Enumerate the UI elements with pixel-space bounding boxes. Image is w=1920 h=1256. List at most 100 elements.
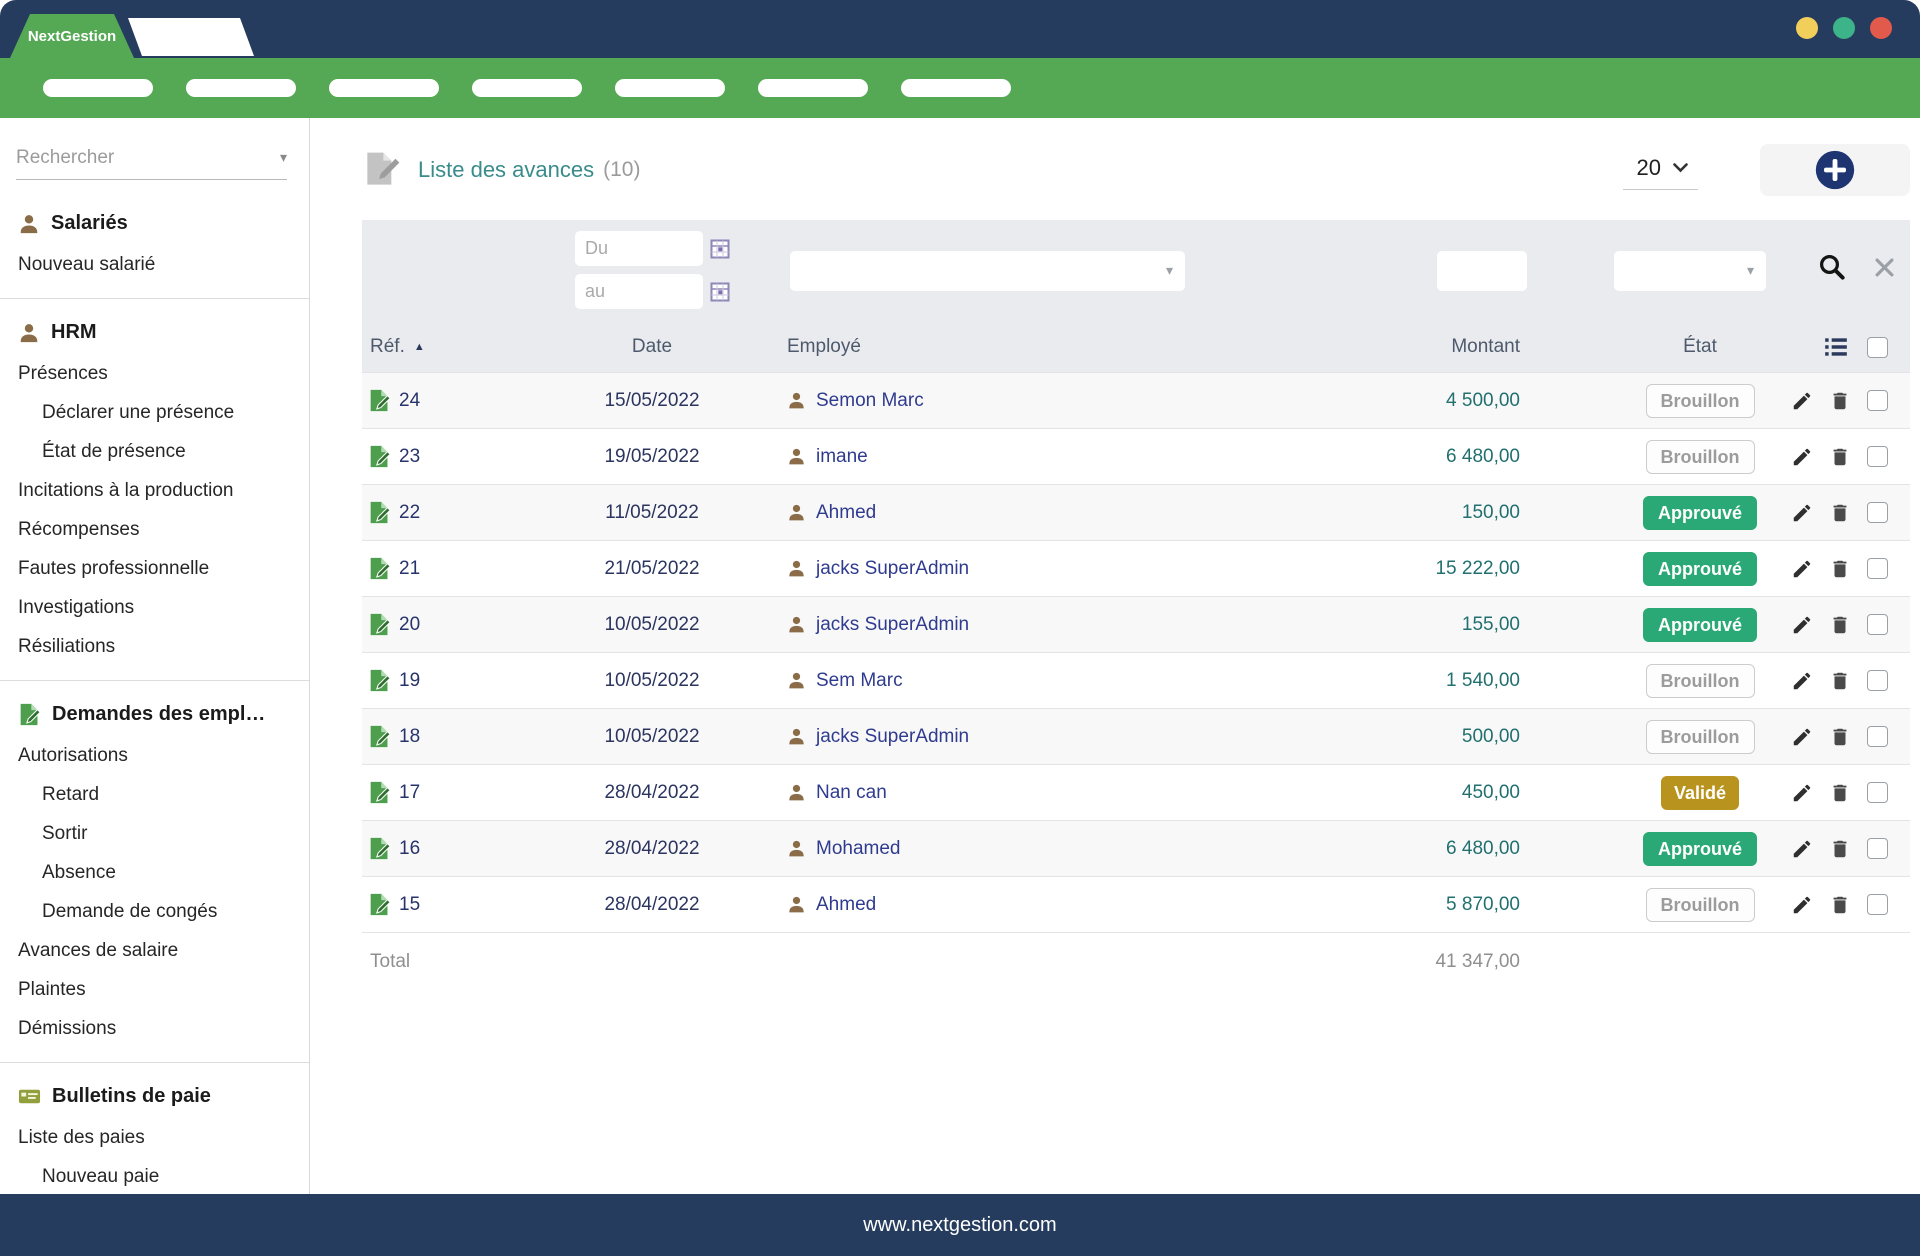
employee-cell[interactable]: Mohamed xyxy=(742,838,1350,860)
edit-pencil-icon[interactable] xyxy=(1791,894,1813,916)
ref-value[interactable]: 23 xyxy=(399,446,420,468)
employee-name[interactable]: Sem Marc xyxy=(816,670,903,692)
date-from-input[interactable] xyxy=(575,231,703,266)
ref-cell[interactable]: 19 xyxy=(362,669,562,692)
row-checkbox[interactable] xyxy=(1867,390,1888,411)
trash-icon[interactable] xyxy=(1829,726,1851,748)
ref-value[interactable]: 20 xyxy=(399,614,420,636)
employee-name[interactable]: Semon Marc xyxy=(816,390,924,412)
nav-pill[interactable] xyxy=(329,79,439,97)
trash-icon[interactable] xyxy=(1829,502,1851,524)
sidebar-item[interactable]: Déclarer une présence xyxy=(0,393,309,432)
row-checkbox[interactable] xyxy=(1867,558,1888,579)
sidebar-item[interactable]: Absence xyxy=(0,853,309,892)
employee-name[interactable]: jacks SuperAdmin xyxy=(816,614,969,636)
row-checkbox[interactable] xyxy=(1867,614,1888,635)
sidebar-item[interactable]: Présences xyxy=(0,354,309,393)
sidebar-search-select[interactable]: Rechercher ▾ xyxy=(16,136,287,180)
calendar-icon[interactable] xyxy=(710,282,730,302)
minimize-dot[interactable] xyxy=(1796,17,1818,39)
edit-pencil-icon[interactable] xyxy=(1791,670,1813,692)
ref-cell[interactable]: 16 xyxy=(362,837,562,860)
list-icon[interactable] xyxy=(1823,334,1849,360)
sidebar-item[interactable]: Liste des paies xyxy=(0,1118,309,1157)
nav-pill[interactable] xyxy=(43,79,153,97)
edit-pencil-icon[interactable] xyxy=(1791,558,1813,580)
date-to-input[interactable] xyxy=(575,274,703,309)
trash-icon[interactable] xyxy=(1829,838,1851,860)
row-checkbox[interactable] xyxy=(1867,838,1888,859)
ref-cell[interactable]: 23 xyxy=(362,445,562,468)
row-checkbox[interactable] xyxy=(1867,446,1888,467)
employee-cell[interactable]: Ahmed xyxy=(742,502,1350,524)
ref-value[interactable]: 16 xyxy=(399,838,420,860)
employee-name[interactable]: jacks SuperAdmin xyxy=(816,558,969,580)
ref-value[interactable]: 22 xyxy=(399,502,420,524)
employee-cell[interactable]: Ahmed xyxy=(742,894,1350,916)
ref-cell[interactable]: 22 xyxy=(362,501,562,524)
employee-name[interactable]: Ahmed xyxy=(816,894,876,916)
trash-icon[interactable] xyxy=(1829,446,1851,468)
ref-cell[interactable]: 20 xyxy=(362,613,562,636)
edit-pencil-icon[interactable] xyxy=(1791,838,1813,860)
employee-cell[interactable]: jacks SuperAdmin xyxy=(742,614,1350,636)
column-amount[interactable]: Montant xyxy=(1350,336,1550,358)
edit-pencil-icon[interactable] xyxy=(1791,614,1813,636)
amount-filter-input[interactable] xyxy=(1437,251,1527,291)
page-size-select[interactable]: 20 xyxy=(1623,151,1698,190)
sidebar-item[interactable]: Sortir xyxy=(0,814,309,853)
ref-value[interactable]: 19 xyxy=(399,670,420,692)
ref-cell[interactable]: 21 xyxy=(362,557,562,580)
sidebar-item[interactable]: Nouveau salarié xyxy=(0,245,309,284)
edit-pencil-icon[interactable] xyxy=(1791,502,1813,524)
employee-name[interactable]: Ahmed xyxy=(816,502,876,524)
nav-pill[interactable] xyxy=(615,79,725,97)
employee-cell[interactable]: Nan can xyxy=(742,782,1350,804)
edit-pencil-icon[interactable] xyxy=(1791,782,1813,804)
row-checkbox[interactable] xyxy=(1867,502,1888,523)
sidebar-item[interactable]: Récompenses xyxy=(0,510,309,549)
employee-name[interactable]: Mohamed xyxy=(816,838,901,860)
trash-icon[interactable] xyxy=(1829,390,1851,412)
sidebar-item[interactable]: Avances de salaire xyxy=(0,931,309,970)
sidebar-item[interactable]: Plaintes xyxy=(0,970,309,1009)
row-checkbox[interactable] xyxy=(1867,894,1888,915)
sidebar-item[interactable]: Demande de congés xyxy=(0,892,309,931)
search-button[interactable] xyxy=(1817,252,1847,282)
sidebar-item[interactable]: Fautes professionnelle xyxy=(0,549,309,588)
sidebar-section-header[interactable]: HRM xyxy=(0,315,309,354)
state-filter-select[interactable]: ▾ xyxy=(1614,251,1766,291)
edit-pencil-icon[interactable] xyxy=(1791,390,1813,412)
calendar-icon[interactable] xyxy=(710,239,730,259)
browser-tab[interactable] xyxy=(128,18,254,56)
sidebar-section-header[interactable]: Bulletins de paie xyxy=(0,1079,309,1118)
column-ref[interactable]: Réf. ▲ xyxy=(362,336,562,358)
ref-cell[interactable]: 15 xyxy=(362,893,562,916)
employee-filter-select[interactable]: ▾ xyxy=(790,251,1185,291)
sidebar-section-header[interactable]: Salariés xyxy=(0,206,309,245)
ref-value[interactable]: 21 xyxy=(399,558,420,580)
sidebar-item[interactable]: État de présence xyxy=(0,432,309,471)
sidebar-section-header[interactable]: Demandes des empl… xyxy=(0,697,309,736)
sidebar-item[interactable]: Incitations à la production xyxy=(0,471,309,510)
column-date[interactable]: Date xyxy=(562,336,742,358)
trash-icon[interactable] xyxy=(1829,894,1851,916)
sidebar-item[interactable]: Investigations xyxy=(0,588,309,627)
maximize-dot[interactable] xyxy=(1833,17,1855,39)
employee-name[interactable]: Nan can xyxy=(816,782,887,804)
ref-value[interactable]: 18 xyxy=(399,726,420,748)
ref-value[interactable]: 17 xyxy=(399,782,420,804)
row-checkbox[interactable] xyxy=(1867,670,1888,691)
sidebar-item[interactable]: Démissions xyxy=(0,1009,309,1048)
row-checkbox[interactable] xyxy=(1867,726,1888,747)
edit-pencil-icon[interactable] xyxy=(1791,726,1813,748)
trash-icon[interactable] xyxy=(1829,558,1851,580)
employee-name[interactable]: imane xyxy=(816,446,868,468)
nav-pill[interactable] xyxy=(901,79,1011,97)
employee-cell[interactable]: jacks SuperAdmin xyxy=(742,726,1350,748)
column-employee[interactable]: Employé xyxy=(742,336,1350,358)
ref-cell[interactable]: 18 xyxy=(362,725,562,748)
sidebar-item[interactable]: Résiliations xyxy=(0,627,309,666)
ref-cell[interactable]: 24 xyxy=(362,389,562,412)
employee-cell[interactable]: jacks SuperAdmin xyxy=(742,558,1350,580)
